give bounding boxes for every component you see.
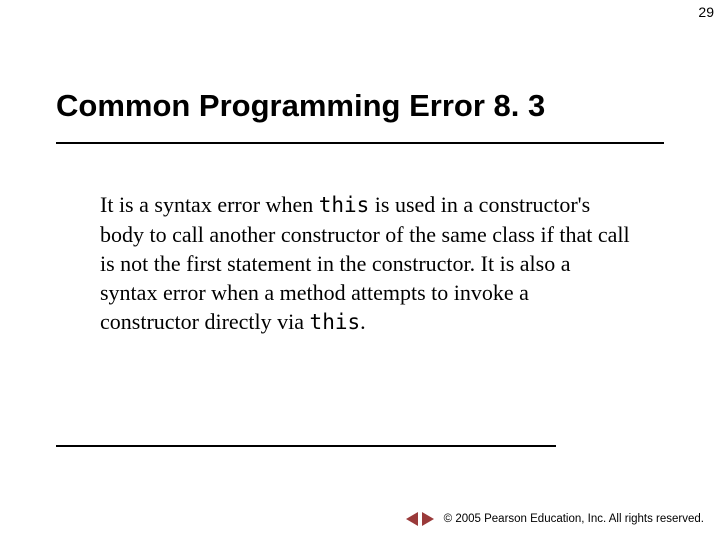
next-icon[interactable]	[422, 512, 434, 526]
slide-title: Common Programming Error 8. 3	[56, 88, 670, 124]
page-number: 29	[698, 4, 714, 20]
code-this-1: this	[319, 193, 370, 217]
prev-icon[interactable]	[406, 512, 418, 526]
top-rule	[56, 142, 664, 144]
copyright-text: © 2005 Pearson Education, Inc. All right…	[444, 513, 704, 525]
body-text-part-3: .	[360, 309, 366, 334]
bottom-rule	[56, 445, 556, 447]
code-this-2: this	[310, 310, 361, 334]
nav-arrows	[406, 512, 434, 526]
footer: © 2005 Pearson Education, Inc. All right…	[406, 512, 704, 526]
body-text-part-1: It is a syntax error when	[100, 192, 319, 217]
body-text: It is a syntax error when this is used i…	[100, 190, 630, 337]
